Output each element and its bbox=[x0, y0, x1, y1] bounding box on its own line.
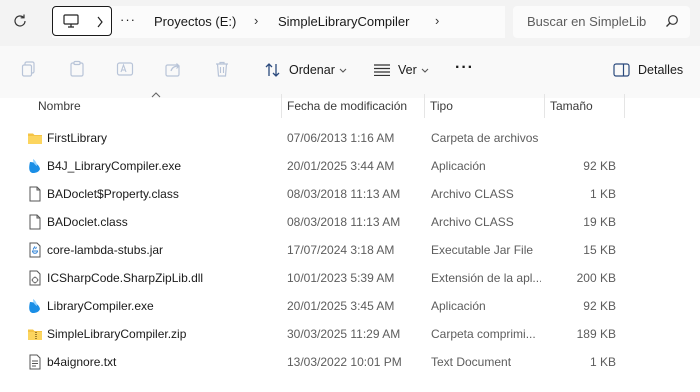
file-date: 08/03/2018 11:13 AM bbox=[287, 187, 401, 201]
rename-icon[interactable] bbox=[116, 60, 134, 78]
breadcrumb-drive[interactable]: Proyectos (E:) bbox=[154, 14, 236, 29]
file-size: 15 KB bbox=[583, 243, 616, 257]
file-size: 19 KB bbox=[583, 215, 616, 229]
address-bar[interactable]: ··· Proyectos (E:) › SimpleLibraryCompil… bbox=[52, 6, 505, 38]
chevron-right-icon[interactable] bbox=[96, 16, 104, 28]
file-row[interactable]: core-lambda-stubs.jar 17/07/2024 3:18 AM… bbox=[0, 236, 700, 264]
more-options-button[interactable]: ··· bbox=[455, 59, 474, 77]
cut-icon[interactable] bbox=[20, 60, 38, 78]
file-row[interactable]: b4aignore.txt 13/03/2022 10:01 PM Text D… bbox=[0, 348, 700, 376]
file-date: 20/01/2025 3:45 AM bbox=[287, 299, 395, 313]
column-header-type[interactable]: Tipo bbox=[425, 94, 545, 118]
file-name: FirstLibrary bbox=[47, 131, 108, 145]
monitor-icon bbox=[63, 14, 79, 28]
file-name: SimpleLibraryCompiler.zip bbox=[47, 327, 187, 341]
refresh-icon bbox=[14, 14, 26, 27]
file-date: 07/06/2013 1:16 AM bbox=[287, 131, 395, 145]
file-size: 200 KB bbox=[576, 271, 616, 285]
file-row[interactable]: B4J_LibraryCompiler.exe 20/01/2025 3:44 … bbox=[0, 152, 700, 180]
view-icon[interactable] bbox=[373, 64, 391, 76]
refresh-button[interactable] bbox=[8, 9, 32, 33]
file-name: ICSharpCode.SharpZipLib.dll bbox=[47, 271, 204, 285]
chevron-right-icon[interactable]: › bbox=[435, 13, 439, 28]
file-type: Carpeta comprimi... bbox=[431, 327, 536, 341]
file-row[interactable]: BADoclet$Property.class 08/03/2018 11:13… bbox=[0, 180, 700, 208]
details-pane-icon[interactable] bbox=[613, 63, 630, 77]
file-type: Archivo CLASS bbox=[431, 187, 514, 201]
file-type: Carpeta de archivos bbox=[431, 131, 539, 145]
file-type: Aplicación bbox=[431, 159, 486, 173]
chevron-right-icon[interactable]: › bbox=[254, 13, 258, 28]
copy-icon[interactable] bbox=[68, 60, 86, 78]
chevron-down-icon[interactable] bbox=[339, 68, 347, 74]
file-date: 10/01/2023 5:39 AM bbox=[287, 271, 395, 285]
file-row[interactable]: BADoclet.class 08/03/2018 11:13 AM Archi… bbox=[0, 208, 700, 236]
file-type: Extensión de la apl... bbox=[431, 271, 541, 285]
sort-icon[interactable] bbox=[264, 62, 282, 78]
app-icon bbox=[29, 159, 40, 173]
file-row[interactable]: SimpleLibraryCompiler.zip 30/03/2025 11:… bbox=[0, 320, 700, 348]
text-file-icon bbox=[29, 354, 41, 370]
address-bar-area: ··· Proyectos (E:) › SimpleLibraryCompil… bbox=[0, 0, 700, 46]
view-button[interactable]: Ver bbox=[398, 63, 417, 77]
file-date: 30/03/2025 11:29 AM bbox=[287, 327, 401, 341]
file-date: 13/03/2022 10:01 PM bbox=[287, 355, 402, 369]
app-icon bbox=[29, 299, 40, 313]
file-row[interactable]: ICSharpCode.SharpZipLib.dll 10/01/2023 5… bbox=[0, 264, 700, 292]
file-size: 189 KB bbox=[576, 327, 616, 341]
command-bar: Ordenar Ver ··· Detalles bbox=[0, 46, 700, 98]
zip-icon bbox=[28, 329, 42, 340]
file-type: Text Document bbox=[431, 355, 512, 369]
file-name: core-lambda-stubs.jar bbox=[47, 243, 164, 257]
file-size: 1 KB bbox=[589, 355, 616, 369]
file-row[interactable]: LibraryCompiler.exe 20/01/2025 3:45 AM A… bbox=[0, 292, 700, 320]
delete-icon[interactable] bbox=[213, 60, 231, 78]
search-box[interactable]: Buscar en SimpleLib bbox=[513, 6, 690, 38]
file-name: b4aignore.txt bbox=[47, 355, 117, 369]
details-button[interactable]: Detalles bbox=[638, 63, 683, 77]
file-icon bbox=[29, 186, 41, 202]
chevron-down-icon[interactable] bbox=[421, 68, 429, 74]
dll-icon bbox=[29, 270, 41, 286]
share-icon[interactable] bbox=[164, 60, 182, 78]
file-size: 92 KB bbox=[583, 159, 616, 173]
breadcrumb-overflow-button[interactable]: ··· bbox=[120, 12, 136, 27]
device-breadcrumb[interactable] bbox=[52, 6, 112, 36]
file-date: 17/07/2024 3:18 AM bbox=[287, 243, 395, 257]
search-icon[interactable] bbox=[665, 14, 679, 28]
file-date: 20/01/2025 3:44 AM bbox=[287, 159, 395, 173]
file-name: BADoclet.class bbox=[47, 215, 128, 229]
file-name: B4J_LibraryCompiler.exe bbox=[47, 159, 182, 173]
file-type: Archivo CLASS bbox=[431, 215, 514, 229]
search-placeholder: Buscar en SimpleLib bbox=[527, 14, 647, 29]
file-icon bbox=[29, 214, 41, 230]
file-type: Aplicación bbox=[431, 299, 486, 313]
folder-icon bbox=[28, 133, 42, 144]
column-header-name[interactable]: Nombre bbox=[33, 94, 282, 118]
column-header-row: Nombre Fecha de modificación Tipo Tamaño bbox=[0, 92, 700, 118]
jar-icon bbox=[29, 242, 41, 258]
file-type: Executable Jar File bbox=[431, 243, 534, 257]
file-name: LibraryCompiler.exe bbox=[47, 299, 154, 313]
file-size: 1 KB bbox=[589, 187, 616, 201]
column-header-date[interactable]: Fecha de modificación bbox=[282, 94, 425, 118]
file-row[interactable]: FirstLibrary 07/06/2013 1:16 AM Carpeta … bbox=[0, 124, 700, 152]
file-name: BADoclet$Property.class bbox=[47, 187, 179, 201]
sort-button[interactable]: Ordenar bbox=[289, 63, 335, 77]
breadcrumb-folder[interactable]: SimpleLibraryCompiler bbox=[278, 14, 410, 29]
file-size: 92 KB bbox=[583, 299, 616, 313]
file-date: 08/03/2018 11:13 AM bbox=[287, 215, 401, 229]
column-header-size[interactable]: Tamaño bbox=[545, 94, 625, 118]
